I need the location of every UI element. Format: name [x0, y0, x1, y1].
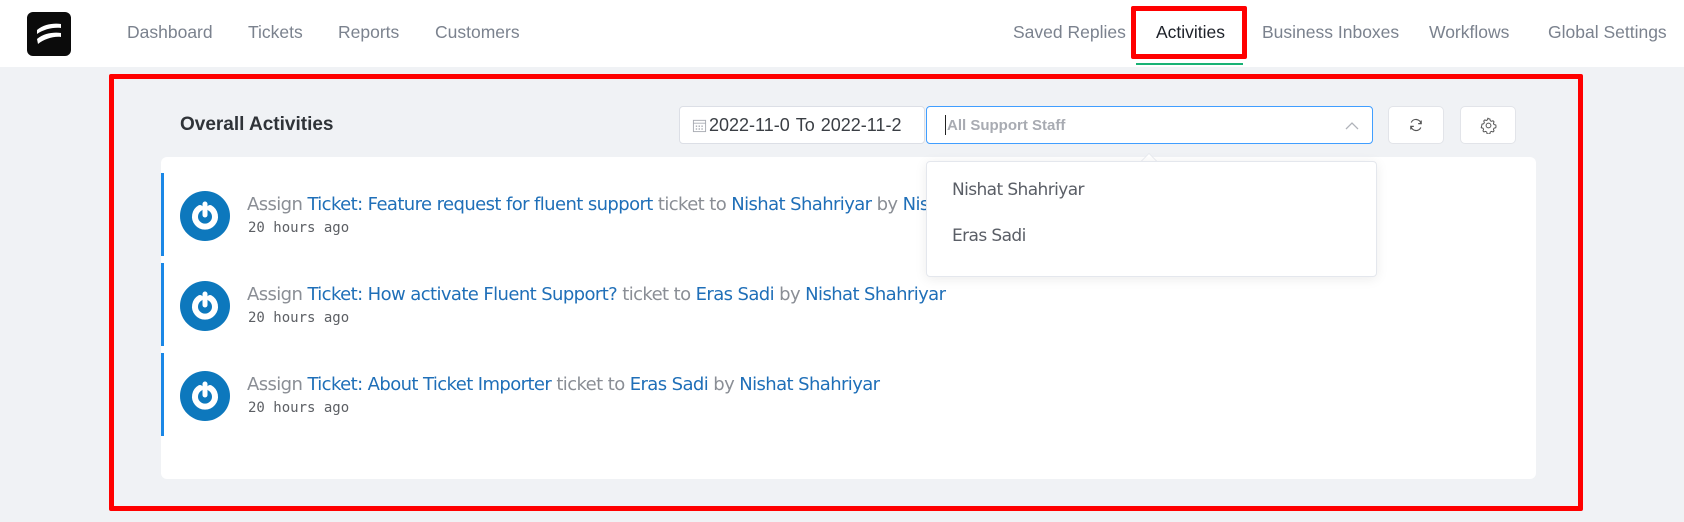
- avatar: [180, 281, 230, 331]
- nav-reports[interactable]: Reports: [338, 20, 399, 44]
- support-staff-select[interactable]: All Support Staff: [926, 106, 1373, 144]
- activity-item: Assign Ticket: About Ticket Importer tic…: [161, 353, 921, 436]
- fluent-support-logo-icon: [37, 23, 61, 44]
- activity-item: Assign Ticket: How activate Fluent Suppo…: [161, 263, 946, 346]
- date-separator: To: [795, 114, 815, 135]
- top-navigation-bar: Dashboard Tickets Reports Customers Save…: [0, 0, 1684, 67]
- nav-global-settings[interactable]: Global Settings: [1548, 20, 1667, 44]
- nav-activities[interactable]: Activities: [1156, 20, 1225, 44]
- date-start[interactable]: 2022-11-0: [709, 115, 790, 136]
- ticket-link[interactable]: Ticket: About Ticket Importer: [307, 374, 551, 395]
- ticket-link[interactable]: Ticket: Feature request for fluent suppo…: [307, 194, 653, 215]
- ticket-link[interactable]: Ticket: How activate Fluent Support?: [307, 284, 617, 305]
- activity-time: 20 hours ago: [248, 220, 350, 236]
- actor-link[interactable]: Nishat Shahriyar: [805, 284, 946, 305]
- activity-action: Assign: [247, 194, 303, 215]
- activity-mid-text: ticket to: [657, 194, 727, 215]
- app-logo[interactable]: [27, 12, 71, 56]
- gear-icon: [1480, 117, 1497, 134]
- gravatar-power-icon: [192, 201, 218, 230]
- avatar: [180, 371, 230, 421]
- activity-action: Assign: [247, 374, 303, 395]
- assignee-link[interactable]: Eras Sadi: [630, 374, 709, 395]
- activity-by-text: by: [713, 374, 735, 395]
- nav-dashboard[interactable]: Dashboard: [127, 20, 213, 44]
- text-cursor: [945, 115, 946, 135]
- nav-saved-replies[interactable]: Saved Replies: [1013, 20, 1126, 44]
- nav-tickets[interactable]: Tickets: [248, 20, 303, 44]
- refresh-icon: [1410, 118, 1422, 132]
- activity-time: 20 hours ago: [248, 400, 350, 416]
- staff-option[interactable]: Nishat Shahriyar: [952, 180, 1085, 200]
- nav-customers[interactable]: Customers: [435, 20, 520, 44]
- calendar-icon: [692, 119, 707, 132]
- activity-action: Assign: [247, 284, 303, 305]
- activity-mid-text: ticket to: [622, 284, 691, 305]
- activity-description: Assign Ticket: How activate Fluent Suppo…: [247, 283, 946, 307]
- nav-workflows[interactable]: Workflows: [1429, 20, 1509, 44]
- activity-item: Assign Ticket: Feature request for fluen…: [161, 173, 1043, 256]
- refresh-button[interactable]: [1388, 106, 1444, 144]
- date-end[interactable]: 2022-11-2: [821, 115, 902, 136]
- avatar: [180, 191, 230, 241]
- activity-time: 20 hours ago: [248, 310, 350, 326]
- nav-business-inboxes[interactable]: Business Inboxes: [1262, 20, 1399, 44]
- staff-select-placeholder: All Support Staff: [947, 116, 1066, 134]
- activity-mid-text: ticket to: [556, 374, 625, 395]
- assignee-link[interactable]: Nishat Shahriyar: [731, 194, 872, 215]
- assignee-link[interactable]: Eras Sadi: [696, 284, 775, 305]
- gravatar-power-icon: [192, 381, 218, 410]
- staff-dropdown-menu: Nishat Shahriyar Eras Sadi: [926, 161, 1377, 277]
- actor-link[interactable]: Nishat Shahriyar: [739, 374, 880, 395]
- settings-button[interactable]: [1460, 106, 1516, 144]
- page-title: Overall Activities: [180, 114, 334, 135]
- active-tab-indicator: [1136, 63, 1243, 65]
- staff-option[interactable]: Eras Sadi: [952, 226, 1026, 246]
- date-range-picker[interactable]: 2022-11-0 To 2022-11-2: [679, 106, 925, 144]
- activity-description: Assign Ticket: Feature request for fluen…: [247, 193, 1043, 217]
- activity-description: Assign Ticket: About Ticket Importer tic…: [247, 373, 880, 397]
- activity-by-text: by: [779, 284, 801, 305]
- activity-by-text: by: [876, 194, 898, 215]
- chevron-up-icon: [1345, 122, 1359, 130]
- gravatar-power-icon: [192, 291, 218, 320]
